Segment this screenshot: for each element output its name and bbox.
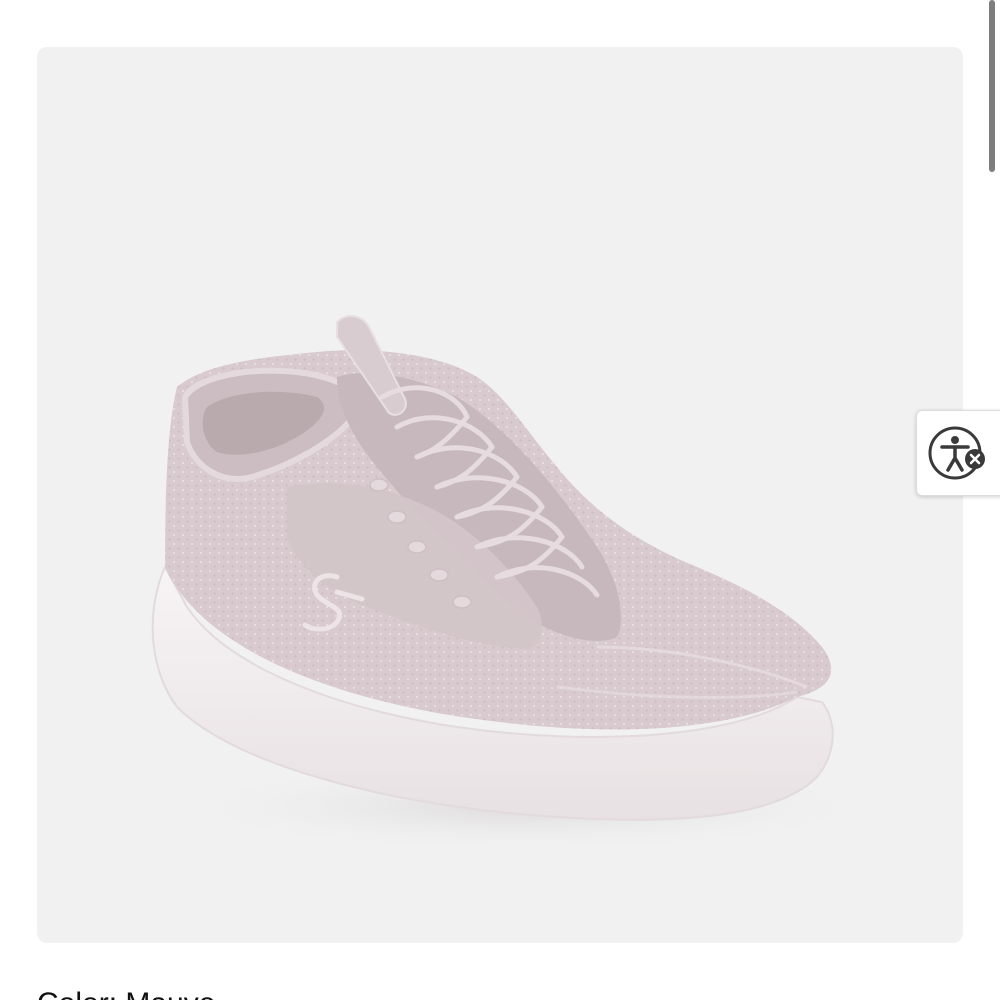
product-image-frame[interactable] [37, 47, 963, 943]
sneaker-image [151, 315, 887, 852]
page-scrollbar[interactable] [989, 0, 995, 172]
product-page: Color: Mauve [0, 0, 1000, 1000]
accessibility-button[interactable] [916, 410, 1000, 496]
accessibility-person-icon [928, 426, 985, 480]
close-x-icon [965, 449, 985, 469]
color-label: Color: Mauve [37, 984, 215, 1000]
